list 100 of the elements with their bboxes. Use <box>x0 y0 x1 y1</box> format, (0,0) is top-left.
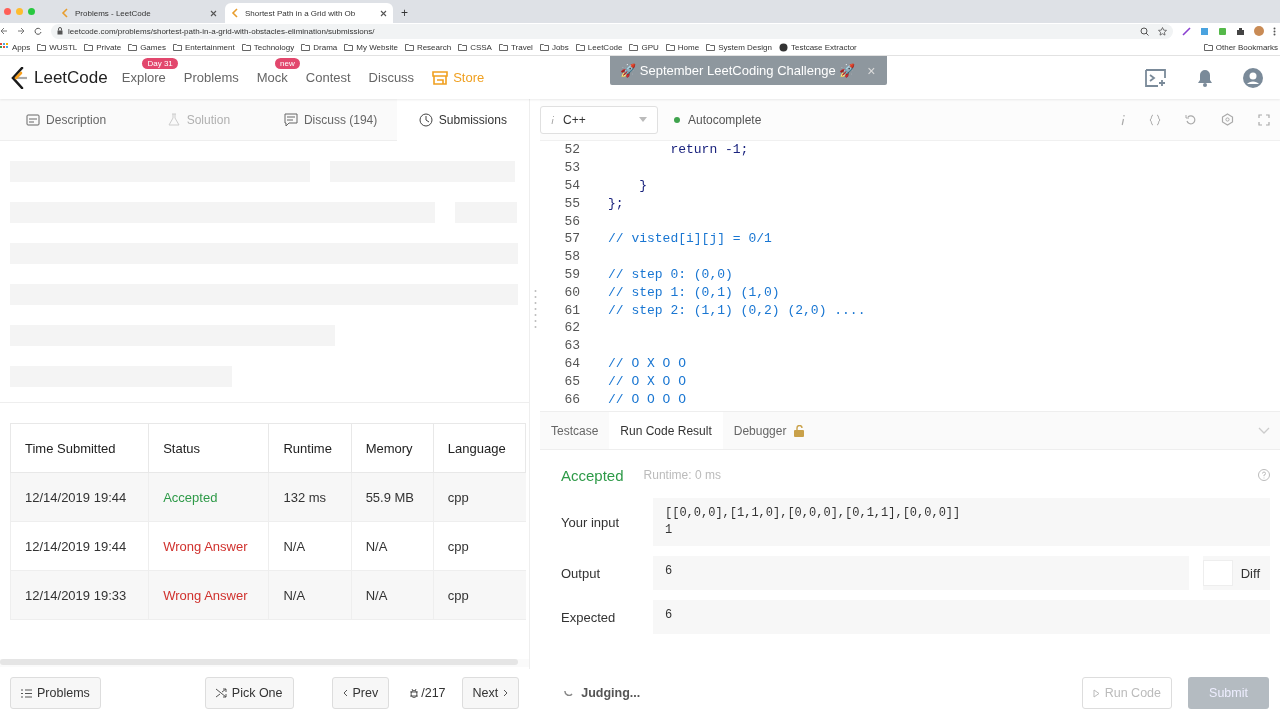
bookmark[interactable]: LeetCode <box>575 42 623 52</box>
folder-icon <box>241 42 251 52</box>
column-header: Status <box>148 423 269 473</box>
field-label: Your input <box>561 514 621 530</box>
console-tab[interactable]: Testcase <box>540 412 610 449</box>
new-tab-button[interactable]: + <box>395 6 414 23</box>
comment-icon <box>283 112 298 127</box>
list-icon <box>21 688 32 698</box>
bookmark[interactable]: CSSA <box>458 42 492 52</box>
status-link[interactable]: Wrong Answer <box>148 521 269 571</box>
column-header: Language <box>433 423 526 473</box>
bookmark[interactable]: Apps <box>0 42 31 52</box>
output-box: 6 <box>653 600 1270 634</box>
store-icon <box>432 70 449 85</box>
folder-icon <box>706 42 716 52</box>
folder-icon <box>539 42 549 52</box>
prev-button[interactable]: Prev <box>331 677 390 709</box>
pick-one-button[interactable]: Pick One <box>204 677 294 709</box>
banner-text: 🚀 September LeetCoding Challenge 🚀 <box>620 63 856 78</box>
url-text: leetcode.com/problems/shortest-path-in-a-grid-with-obstacles-elimination/submissions/ <box>68 26 376 36</box>
nav-link[interactable]: Problems <box>183 70 239 85</box>
bookmark[interactable]: WUSTL <box>37 42 78 52</box>
chevron-left-icon <box>342 689 348 697</box>
console-tab[interactable]: Run Code Result <box>609 412 723 449</box>
line-number: 63 <box>563 338 580 354</box>
line-number: 58 <box>563 249 580 265</box>
panel-tab[interactable]: Description <box>0 99 133 141</box>
status-link[interactable]: Wrong Answer <box>148 570 269 620</box>
logo-text[interactable]: LeetCode <box>34 67 108 88</box>
bookmark[interactable]: Private <box>84 42 122 52</box>
nav-badge: new <box>275 58 300 69</box>
code-line: return -1; <box>669 142 749 158</box>
drag-handle-icon <box>533 289 537 329</box>
bookmark[interactable]: GPU <box>629 42 659 52</box>
pen-icon <box>1182 26 1191 36</box>
column-header: Time Submitted <box>10 423 149 473</box>
bookmark[interactable]: Drama <box>301 42 338 52</box>
code-line: } <box>638 178 647 193</box>
bell-icon <box>1197 68 1213 87</box>
next-button[interactable]: Next <box>461 677 520 709</box>
chevron-down-icon <box>1258 427 1270 434</box>
bookmark[interactable]: Entertainment <box>172 42 235 52</box>
bookmark[interactable]: Technology <box>241 42 295 52</box>
field-label: Output <box>561 565 602 581</box>
bookmark[interactable]: My Website <box>344 42 398 52</box>
language-select[interactable]: C++ <box>540 105 658 134</box>
bookmark[interactable]: Jobs <box>539 42 569 52</box>
browser-tab[interactable]: Shortest Path in a Grid with Ob <box>225 3 393 23</box>
line-number: 59 <box>563 266 580 282</box>
line-number: 52 <box>563 142 580 158</box>
nav-link[interactable]: Contest <box>305 70 351 85</box>
bookmark[interactable]: Research <box>404 42 452 52</box>
scrollbar[interactable] <box>0 659 518 665</box>
help-icon <box>1258 469 1270 481</box>
table-cell: 132 ms <box>268 472 352 522</box>
braces-icon <box>1149 113 1161 126</box>
chevron-right-icon <box>503 689 509 697</box>
bookmark[interactable]: Travel <box>498 42 533 52</box>
folder-icon <box>629 42 639 52</box>
flask-icon <box>166 112 181 127</box>
autocomplete-toggle[interactable]: Autocomplete <box>674 112 762 127</box>
address-bar[interactable]: leetcode.com/problems/shortest-path-in-a-grid-with-obstacles-elimination/submissions/ <box>51 23 1173 39</box>
bookmark[interactable]: Games <box>128 42 166 52</box>
output-box: [[0,0,0],[1,1,0],[0,0,0],[0,1,1],[0,0,0]] 1 <box>653 498 1270 546</box>
nav-link[interactable]: Mock <box>256 70 288 85</box>
judging-status: Judging... <box>564 686 641 700</box>
code-line: // step 1: (0,1) (1,0) <box>608 284 780 300</box>
reload-icon <box>34 27 42 35</box>
table-cell: 12/14/2019 19:44 <box>10 472 149 522</box>
folder-icon <box>301 42 311 52</box>
avatar-icon <box>1254 26 1264 36</box>
bookmark[interactable]: Testcase Extractor <box>778 42 857 52</box>
problem-counter: /217 <box>409 686 446 700</box>
nav-link[interactable]: Explore <box>121 70 166 85</box>
panel-tab[interactable]: Submissions <box>396 99 529 141</box>
folder-icon <box>665 42 675 52</box>
table-cell: N/A <box>268 521 352 571</box>
play-icon <box>1092 688 1100 698</box>
console-tab[interactable]: Debugger <box>722 412 818 449</box>
description-icon <box>26 112 41 127</box>
panel-tab[interactable]: Discuss (194) <box>264 99 397 141</box>
leetcode-logo-icon <box>61 8 70 18</box>
nav-link[interactable]: Discuss <box>368 70 415 85</box>
column-header: Runtime <box>268 423 352 473</box>
browser-tab[interactable]: Problems - LeetCode <box>55 3 223 23</box>
problems-button[interactable]: Problems <box>10 677 101 709</box>
bookmark[interactable]: Other Bookmarks <box>1203 42 1278 52</box>
shuffle-icon <box>215 688 227 698</box>
bookmark[interactable]: Home <box>665 42 700 52</box>
code-line: // visted[i][j] = 0/1 <box>608 231 772 247</box>
table-cell: cpp <box>433 570 526 620</box>
user-avatar-icon <box>1243 67 1263 88</box>
folder-icon <box>1203 42 1213 52</box>
table-cell: 55.9 MB <box>351 472 434 522</box>
fullscreen-icon <box>1258 113 1270 126</box>
table-cell: 12/14/2019 19:33 <box>10 570 149 620</box>
table-cell: cpp <box>433 521 526 571</box>
lock-icon <box>57 27 63 35</box>
bookmark[interactable]: System Design <box>706 42 772 52</box>
close-icon <box>210 9 217 17</box>
